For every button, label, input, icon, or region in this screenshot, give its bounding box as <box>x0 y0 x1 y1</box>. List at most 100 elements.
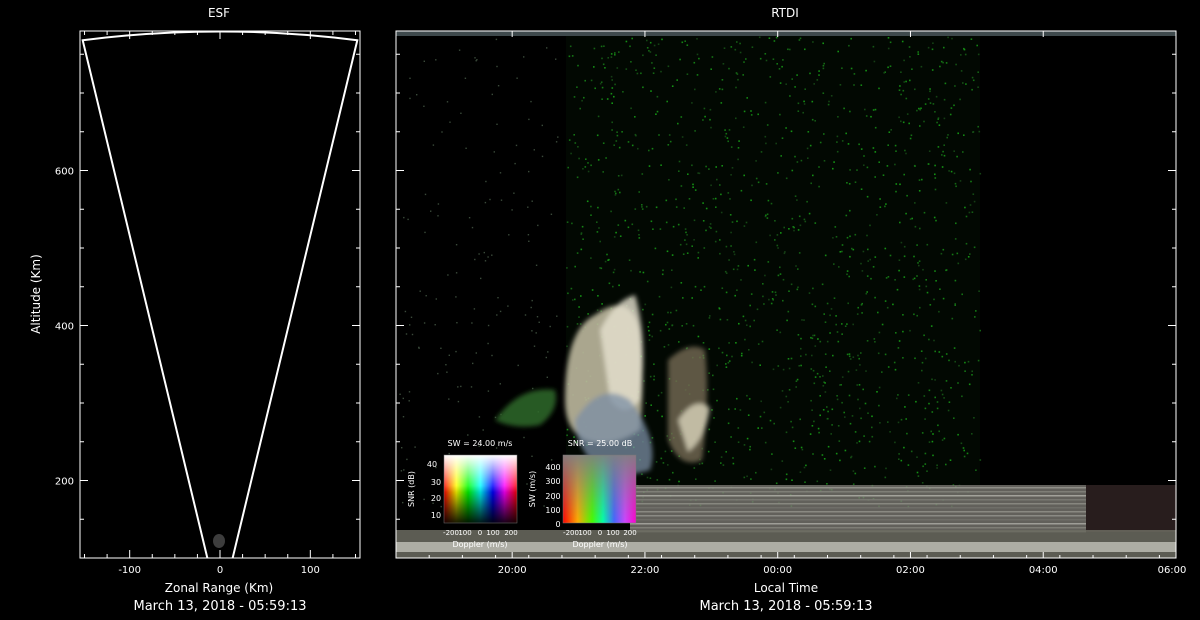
noise-dot <box>719 184 721 186</box>
noise-dot <box>639 271 641 273</box>
noise-dot <box>458 49 461 51</box>
noise-dot <box>929 90 931 93</box>
noise-dot <box>726 319 729 321</box>
noise-dot <box>735 342 737 344</box>
noise-dot <box>587 313 589 315</box>
noise-dot <box>913 255 915 258</box>
noise-dot <box>852 483 855 485</box>
noise-dot <box>809 144 812 147</box>
noise-dot <box>819 414 821 417</box>
noise-dot <box>874 341 876 343</box>
noise-dot <box>664 450 667 453</box>
noise-dot <box>805 353 807 356</box>
noise-dot <box>614 54 616 56</box>
noise-dot <box>797 102 800 105</box>
noise-dot <box>464 77 467 79</box>
noise-dot <box>776 244 779 247</box>
noise-dot <box>569 45 572 48</box>
noise-dot <box>938 351 941 353</box>
noise-dot <box>927 98 930 100</box>
noise-dot <box>581 99 583 102</box>
noise-dot <box>574 265 576 268</box>
noise-dot <box>773 40 776 42</box>
noise-dot <box>580 232 583 234</box>
noise-dot <box>578 316 580 318</box>
noise-dot <box>455 244 458 246</box>
noise-dot <box>768 298 770 301</box>
noise-dot <box>734 48 737 51</box>
noise-dot <box>901 40 904 43</box>
noise-dot <box>787 310 790 313</box>
noise-dot <box>882 174 885 176</box>
noise-dot <box>846 323 848 325</box>
noise-dot <box>738 140 740 142</box>
noise-dot <box>785 177 788 180</box>
noise-dot <box>965 83 967 85</box>
noise-dot <box>583 96 585 99</box>
noise-dot <box>839 251 842 253</box>
noise-dot <box>803 103 806 105</box>
noise-dot <box>728 67 730 70</box>
noise-dot <box>964 258 967 261</box>
noise-dot <box>630 107 632 110</box>
noise-dot <box>789 48 791 51</box>
esf-y-tick-label: 600 <box>55 167 74 178</box>
noise-dot <box>720 193 722 196</box>
noise-dot <box>657 394 660 397</box>
noise-dot <box>606 98 609 100</box>
noise-dot <box>435 298 437 300</box>
legend-sw-xtick: 100 <box>458 529 471 537</box>
noise-dot <box>785 395 788 398</box>
noise-dot <box>719 239 721 241</box>
noise-dot <box>791 169 794 172</box>
noise-dot <box>934 188 937 191</box>
noise-dot <box>793 226 795 229</box>
noise-dot <box>779 331 782 334</box>
noise-dot <box>617 188 620 191</box>
noise-dot <box>917 262 919 264</box>
noise-dot <box>894 441 896 444</box>
noise-dot <box>611 79 613 81</box>
noise-dot <box>683 207 685 209</box>
noise-dot <box>769 76 772 78</box>
noise-dot <box>781 460 784 462</box>
noise-dot <box>641 473 643 475</box>
noise-dot <box>684 40 686 42</box>
noise-dot <box>666 321 669 324</box>
noise-dot <box>924 357 927 360</box>
noise-dot <box>914 225 917 228</box>
noise-dot <box>903 59 905 62</box>
noise-dot <box>961 395 963 398</box>
noise-dot <box>879 206 882 208</box>
noise-dot <box>805 464 807 467</box>
noise-dot <box>517 364 519 367</box>
noise-dot <box>791 479 793 481</box>
rtdi-x-tick-label: 20:00 <box>498 565 527 576</box>
noise-dot <box>590 79 593 82</box>
noise-dot <box>582 238 584 240</box>
noise-dot <box>938 310 940 313</box>
noise-dot <box>909 329 911 332</box>
noise-dot <box>616 134 619 137</box>
noise-dot <box>715 91 717 93</box>
noise-dot <box>841 376 844 378</box>
noise-dot <box>545 356 547 359</box>
noise-dot <box>837 340 840 343</box>
noise-dot <box>725 272 728 274</box>
legend-snr-xtick: 100 <box>578 529 591 537</box>
noise-dot <box>939 288 941 290</box>
noise-dot <box>777 247 779 249</box>
noise-dot <box>955 222 957 225</box>
noise-dot <box>499 172 502 174</box>
noise-dot <box>977 125 979 128</box>
noise-dot <box>896 288 899 291</box>
noise-dot <box>800 337 802 340</box>
noise-dot <box>811 337 814 340</box>
noise-dot <box>708 372 710 374</box>
noise-dot <box>818 70 820 72</box>
noise-dot <box>718 307 721 310</box>
noise-dot <box>708 348 711 350</box>
noise-dot <box>531 455 533 457</box>
noise-dot <box>827 445 830 448</box>
noise-dot <box>916 275 918 277</box>
